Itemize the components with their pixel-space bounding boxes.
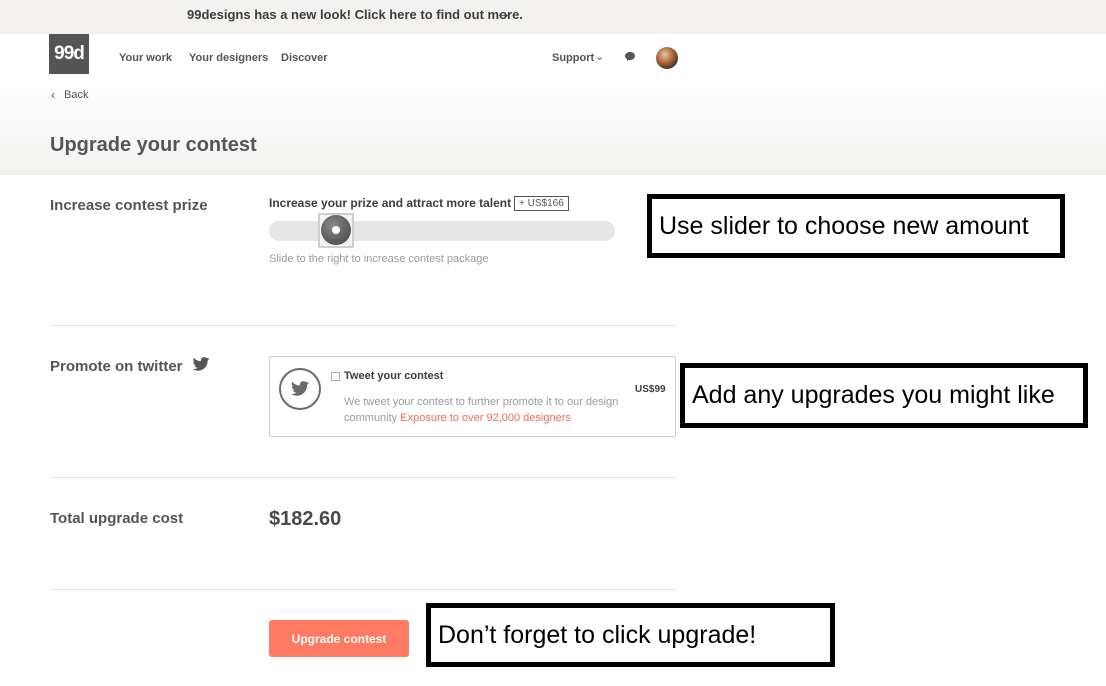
slider-hint: Slide to the right to increase contest p… (269, 253, 489, 265)
announcement-banner[interactable] (0, 0, 1106, 34)
slider-dot-icon (332, 226, 340, 234)
prize-increase-badge: + US$166 (514, 196, 569, 211)
tweet-description: We tweet your contest to further promote… (344, 394, 644, 426)
callout-click: Don’t forget to click upgrade! (426, 603, 835, 667)
prize-heading: Increase your prize and attract more tal… (269, 196, 512, 210)
tweet-exposure-highlight: Exposure to over 92,000 designers (400, 412, 571, 424)
nav-support[interactable]: Support (552, 52, 594, 64)
logo[interactable]: 99d (49, 34, 89, 74)
announcement-text[interactable]: 99designs has a new look! Click here to … (187, 7, 523, 22)
tweet-checkbox[interactable] (331, 372, 340, 381)
nav-your-work[interactable]: Your work (119, 52, 172, 64)
avatar[interactable] (656, 47, 678, 69)
total-cost-label: Total upgrade cost (50, 510, 184, 527)
section-divider (50, 325, 676, 326)
callout-upgrades: Add any upgrades you might like (680, 363, 1088, 428)
callout-slider: Use slider to choose new amount (647, 194, 1065, 258)
twitter-bird-icon (192, 357, 210, 371)
twitter-section-label: Promote on twitter (50, 358, 183, 375)
twitter-bird-icon (291, 381, 309, 396)
nav-your-designers[interactable]: Your designers (189, 52, 268, 64)
nav-discover[interactable]: Discover (281, 52, 327, 64)
chevron-left-icon[interactable]: ‹ (51, 88, 55, 102)
page-title: Upgrade your contest (50, 134, 257, 156)
chevron-down-icon[interactable]: ⌄ (595, 50, 604, 63)
prize-section-label: Increase contest prize (50, 197, 208, 214)
section-divider (50, 477, 676, 478)
total-cost-amount: $182.60 (269, 508, 342, 530)
tweet-title[interactable]: Tweet your contest (344, 370, 443, 382)
upgrade-contest-button[interactable]: Upgrade contest (269, 620, 409, 657)
arrow-right-icon[interactable]: → (496, 5, 511, 22)
back-link[interactable]: Back (64, 89, 88, 101)
chat-bubble-icon[interactable] (625, 52, 635, 61)
section-divider (50, 589, 676, 590)
